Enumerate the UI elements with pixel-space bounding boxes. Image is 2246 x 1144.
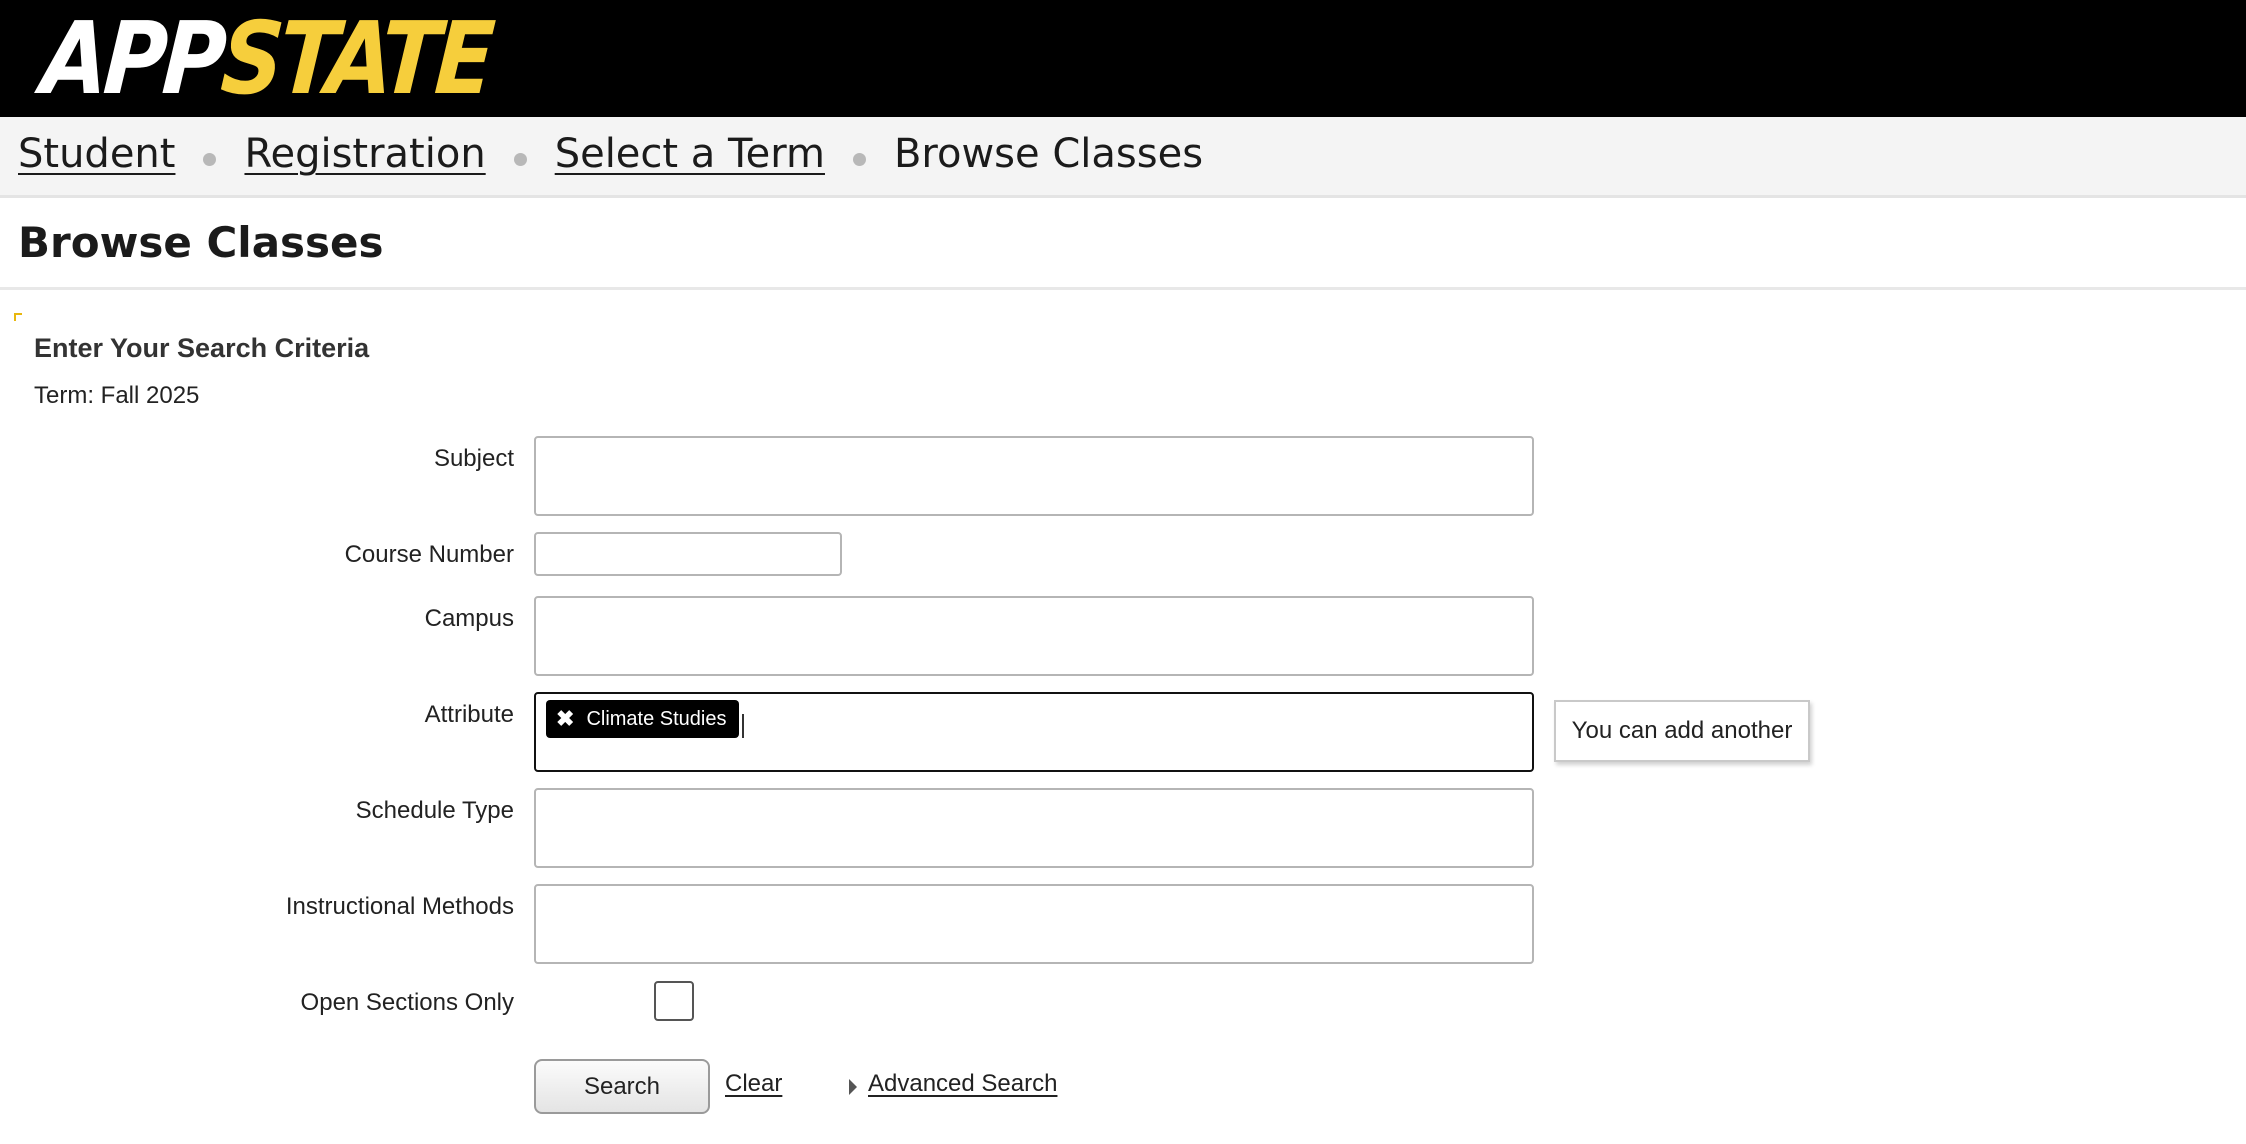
- breadcrumb-select-term-link[interactable]: Select a Term: [555, 131, 825, 177]
- instructional-methods-input[interactable]: [534, 884, 1534, 964]
- advanced-search-link[interactable]: Advanced Search: [868, 1070, 1057, 1098]
- search-criteria-heading: Enter Your Search Criteria: [34, 333, 370, 363]
- breadcrumb-separator-icon: [203, 152, 217, 166]
- logo-app-text: APP: [37, 0, 226, 117]
- attribute-input[interactable]: ✖ Climate Studies: [534, 692, 1534, 772]
- corner-mark-icon: [14, 313, 22, 321]
- breadcrumb-trail: Student Registration Select a Term Brows…: [18, 131, 1203, 177]
- attribute-label: Attribute: [424, 701, 514, 728]
- logo-state-text: STATE: [217, 0, 495, 117]
- attribute-tooltip: You can add another: [1554, 700, 1810, 762]
- clear-link[interactable]: Clear: [725, 1070, 782, 1098]
- appstate-logo[interactable]: APPSTATE: [38, 0, 494, 117]
- campus-label: Campus: [424, 605, 514, 632]
- term-text: Term: Fall 2025: [34, 382, 200, 409]
- breadcrumb: Student Registration Select a Term Brows…: [0, 117, 2246, 198]
- open-sections-checkbox[interactable]: [654, 981, 694, 1021]
- breadcrumb-separator-icon: [513, 152, 527, 166]
- instructional-methods-label: Instructional Methods: [285, 893, 514, 920]
- breadcrumb-registration-link[interactable]: Registration: [244, 131, 485, 177]
- open-sections-label: Open Sections Only: [300, 989, 514, 1016]
- title-divider: [0, 287, 2246, 290]
- breadcrumb-separator-icon: [852, 152, 866, 166]
- schedule-type-input[interactable]: [534, 788, 1534, 868]
- breadcrumb-student-link[interactable]: Student: [18, 131, 175, 177]
- subject-label: Subject: [433, 445, 514, 472]
- search-button[interactable]: Search: [534, 1059, 710, 1114]
- text-cursor: [742, 714, 744, 738]
- attribute-chip-label: Climate Studies: [586, 707, 727, 730]
- page-title: Browse Classes: [18, 218, 384, 267]
- breadcrumb-current: Browse Classes: [893, 131, 1204, 177]
- top-header: APPSTATE: [0, 0, 2246, 117]
- course-number-input[interactable]: [534, 532, 842, 576]
- attribute-chip: ✖ Climate Studies: [546, 700, 739, 738]
- course-number-label: Course Number: [344, 541, 514, 568]
- caret-right-icon: [849, 1079, 857, 1095]
- subject-input[interactable]: [534, 436, 1534, 516]
- schedule-type-label: Schedule Type: [355, 797, 514, 824]
- remove-chip-icon[interactable]: ✖: [556, 706, 574, 732]
- campus-input[interactable]: [534, 596, 1534, 676]
